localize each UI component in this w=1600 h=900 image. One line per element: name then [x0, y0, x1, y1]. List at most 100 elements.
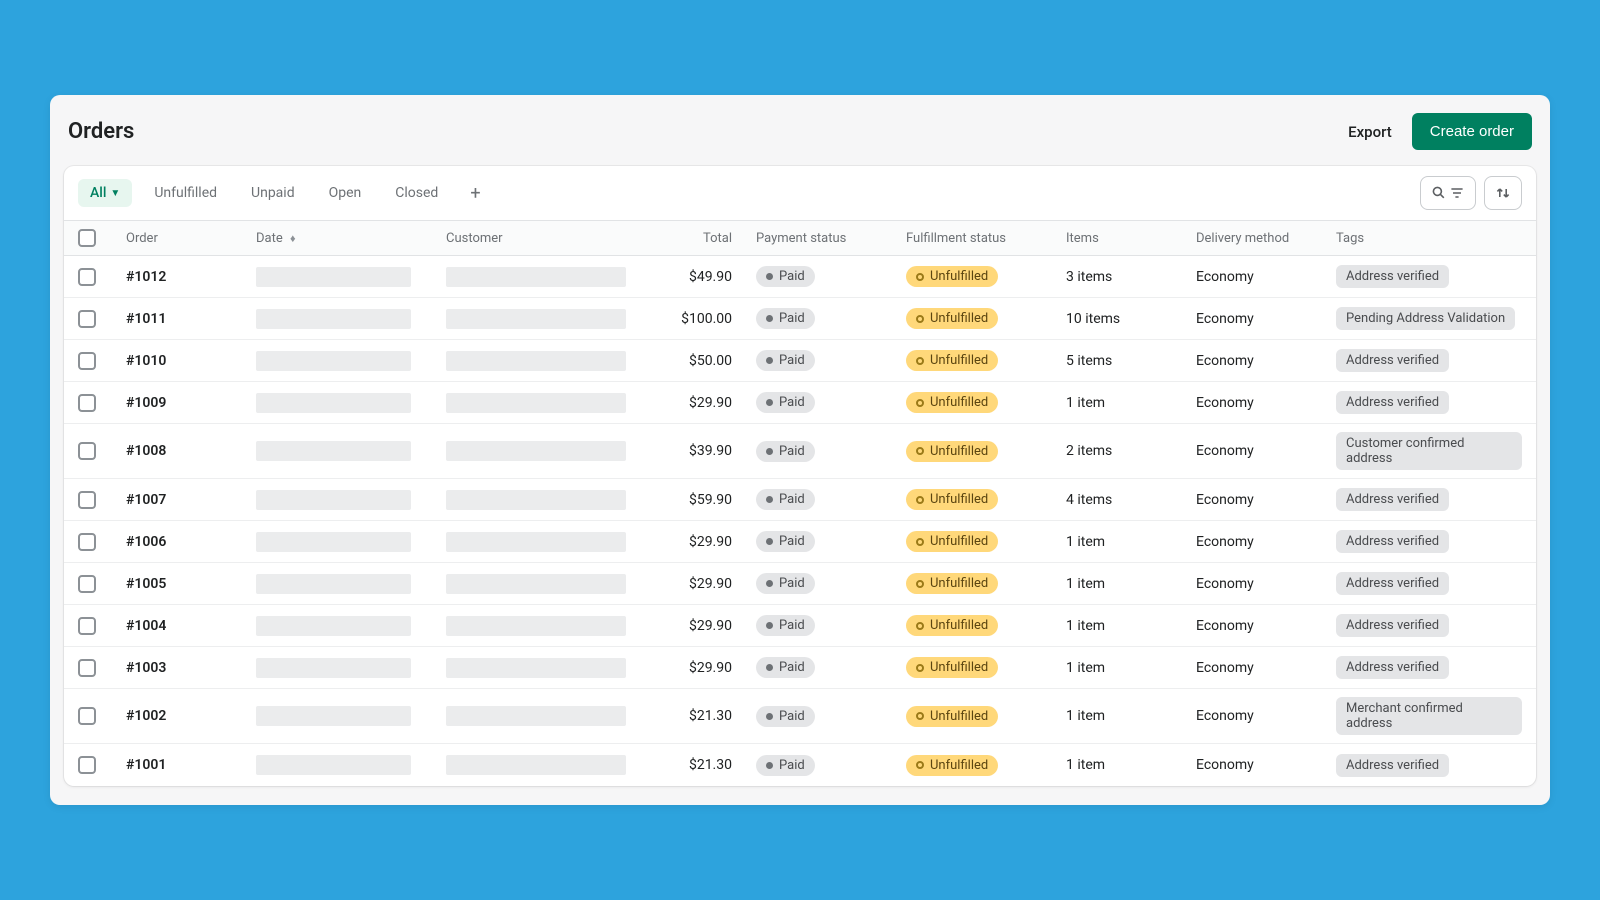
order-id[interactable]: #1008 [126, 443, 256, 459]
col-tags[interactable]: Tags [1336, 231, 1522, 246]
delivery-cell: Economy [1196, 269, 1336, 285]
export-button[interactable]: Export [1348, 123, 1392, 141]
col-customer[interactable]: Customer [446, 231, 646, 246]
table-row[interactable]: #1007 $59.90 Paid Unfulfilled 4 items Ec… [64, 479, 1536, 521]
col-items[interactable]: Items [1066, 231, 1196, 246]
total-cell: $29.90 [646, 576, 756, 592]
payment-status-badge: Paid [756, 657, 815, 678]
table-row[interactable]: #1001 $21.30 Paid Unfulfilled 1 item Eco… [64, 744, 1536, 786]
order-id[interactable]: #1005 [126, 576, 256, 592]
order-id[interactable]: #1006 [126, 534, 256, 550]
tab-closed[interactable]: Closed [383, 179, 450, 207]
date-cell [256, 351, 446, 371]
order-id[interactable]: #1009 [126, 395, 256, 411]
row-checkbox[interactable] [78, 707, 96, 725]
payment-status-badge: Paid [756, 755, 815, 776]
col-date[interactable]: Date ♦ [256, 231, 446, 246]
row-checkbox[interactable] [78, 442, 96, 460]
order-id[interactable]: #1003 [126, 660, 256, 676]
col-delivery-method[interactable]: Delivery method [1196, 231, 1336, 246]
payment-status-cell: Paid [756, 392, 906, 413]
redacted-placeholder [446, 441, 626, 461]
order-id[interactable]: #1002 [126, 708, 256, 724]
tags-cell: Pending Address Validation [1336, 307, 1522, 330]
table-row[interactable]: #1010 $50.00 Paid Unfulfilled 5 items Ec… [64, 340, 1536, 382]
customer-cell [446, 490, 646, 510]
search-filter-button[interactable] [1420, 176, 1476, 210]
items-cell: 1 item [1066, 708, 1196, 724]
delivery-cell: Economy [1196, 708, 1336, 724]
delivery-cell: Economy [1196, 757, 1336, 773]
total-cell: $29.90 [646, 618, 756, 634]
tags-cell: Address verified [1336, 572, 1522, 595]
table-row[interactable]: #1011 $100.00 Paid Unfulfilled 10 items … [64, 298, 1536, 340]
sort-button[interactable] [1484, 176, 1522, 210]
fulfillment-status-cell: Unfulfilled [906, 441, 1066, 462]
tag-pill[interactable]: Address verified [1336, 391, 1449, 414]
date-cell [256, 490, 446, 510]
redacted-placeholder [256, 267, 411, 287]
tag-pill[interactable]: Address verified [1336, 349, 1449, 372]
row-checkbox[interactable] [78, 352, 96, 370]
table-row[interactable]: #1012 $49.90 Paid Unfulfilled 3 items Ec… [64, 256, 1536, 298]
payment-status-cell: Paid [756, 531, 906, 552]
table-row[interactable]: #1004 $29.90 Paid Unfulfilled 1 item Eco… [64, 605, 1536, 647]
items-cell: 10 items [1066, 311, 1196, 327]
tab-open[interactable]: Open [317, 179, 374, 207]
col-payment-status[interactable]: Payment status [756, 231, 906, 246]
row-checkbox[interactable] [78, 268, 96, 286]
tag-pill[interactable]: Address verified [1336, 530, 1449, 553]
tags-cell: Address verified [1336, 656, 1522, 679]
tab-unpaid[interactable]: Unpaid [239, 179, 307, 207]
table-row[interactable]: #1002 $21.30 Paid Unfulfilled 1 item Eco… [64, 689, 1536, 744]
col-fulfillment-status[interactable]: Fulfillment status [906, 231, 1066, 246]
order-id[interactable]: #1004 [126, 618, 256, 634]
row-checkbox[interactable] [78, 310, 96, 328]
col-total[interactable]: Total [646, 231, 756, 246]
row-checkbox[interactable] [78, 491, 96, 509]
tab-all[interactable]: All ▼ [78, 179, 132, 207]
table-row[interactable]: #1003 $29.90 Paid Unfulfilled 1 item Eco… [64, 647, 1536, 689]
payment-status-cell: Paid [756, 489, 906, 510]
tag-pill[interactable]: Address verified [1336, 754, 1449, 777]
date-cell [256, 309, 446, 329]
table-row[interactable]: #1009 $29.90 Paid Unfulfilled 1 item Eco… [64, 382, 1536, 424]
select-all-checkbox[interactable] [78, 229, 96, 247]
order-id[interactable]: #1001 [126, 757, 256, 773]
table-row[interactable]: #1006 $29.90 Paid Unfulfilled 1 item Eco… [64, 521, 1536, 563]
tag-pill[interactable]: Address verified [1336, 656, 1449, 679]
tag-pill[interactable]: Address verified [1336, 265, 1449, 288]
tag-pill[interactable]: Address verified [1336, 488, 1449, 511]
payment-status-cell: Paid [756, 755, 906, 776]
tag-pill[interactable]: Pending Address Validation [1336, 307, 1515, 330]
status-dot-icon [766, 496, 773, 503]
redacted-placeholder [256, 755, 411, 775]
table-row[interactable]: #1008 $39.90 Paid Unfulfilled 2 items Ec… [64, 424, 1536, 479]
date-cell [256, 755, 446, 775]
row-checkbox[interactable] [78, 617, 96, 635]
order-id[interactable]: #1007 [126, 492, 256, 508]
col-order[interactable]: Order [126, 231, 256, 246]
order-id[interactable]: #1010 [126, 353, 256, 369]
row-checkbox[interactable] [78, 575, 96, 593]
row-checkbox[interactable] [78, 394, 96, 412]
row-checkbox[interactable] [78, 756, 96, 774]
row-checkbox[interactable] [78, 659, 96, 677]
fulfillment-status-cell: Unfulfilled [906, 573, 1066, 594]
table-row[interactable]: #1005 $29.90 Paid Unfulfilled 1 item Eco… [64, 563, 1536, 605]
row-checkbox[interactable] [78, 533, 96, 551]
order-id[interactable]: #1011 [126, 311, 256, 327]
order-id[interactable]: #1012 [126, 269, 256, 285]
tag-pill[interactable]: Address verified [1336, 614, 1449, 637]
redacted-placeholder [446, 267, 626, 287]
tag-pill[interactable]: Customer confirmed address [1336, 432, 1522, 470]
tag-pill[interactable]: Address verified [1336, 572, 1449, 595]
customer-cell [446, 441, 646, 461]
tag-pill[interactable]: Merchant confirmed address [1336, 697, 1522, 735]
payment-status-badge: Paid [756, 615, 815, 636]
add-view-button[interactable]: + [460, 181, 490, 206]
status-dot-icon [766, 580, 773, 587]
tab-unfulfilled[interactable]: Unfulfilled [142, 179, 229, 207]
payment-status-cell: Paid [756, 266, 906, 287]
create-order-button[interactable]: Create order [1412, 113, 1532, 150]
